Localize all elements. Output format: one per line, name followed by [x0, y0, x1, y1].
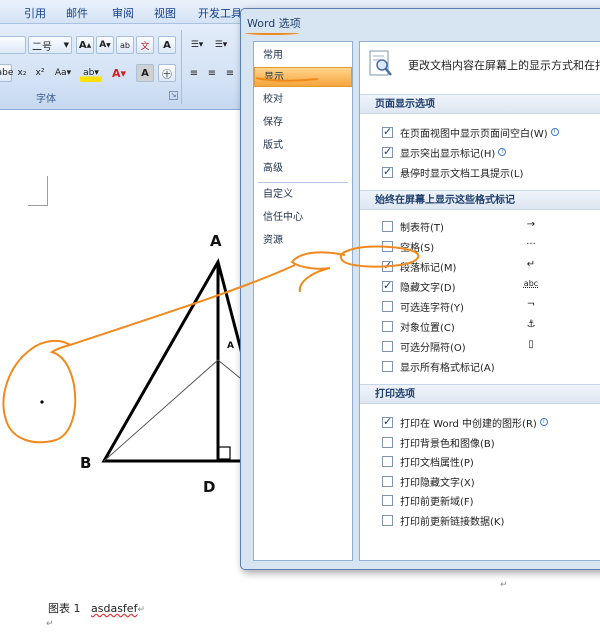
hidden-text-icon: abc	[523, 279, 539, 288]
option-label: 可选连字符(Y)	[400, 302, 464, 314]
nav-item-layout[interactable]: 版式	[254, 136, 352, 156]
nav-item-proofing[interactable]: 校对	[254, 90, 352, 110]
nav-item-popular[interactable]: 常用	[254, 46, 352, 66]
vertex-label-b: B	[80, 454, 92, 472]
option-label: 打印文档属性(P)	[400, 457, 474, 469]
stray-dot	[40, 400, 44, 404]
options-content: 更改文档内容在屏幕上的显示方式和在打印 页面显示选项 在页面视图中显示页面间空白…	[359, 41, 600, 561]
checkbox[interactable]	[382, 514, 393, 526]
word-options-dialog: Word 选项 常用 显示 校对 保存 版式 高级 自定义 信任中心 资源 更改…	[240, 8, 600, 570]
option-print-drawings[interactable]: 打印在 Word 中创建的图形(R)i	[382, 414, 548, 430]
nav-item-resources[interactable]: 资源	[254, 231, 352, 251]
option-spaces[interactable]: 空格(S) ···	[382, 238, 600, 254]
info-icon: i	[550, 128, 559, 136]
paragraph-mark-icon: ↵	[137, 605, 145, 615]
option-label: 打印隐藏文字(X)	[400, 477, 475, 489]
nav-item-display[interactable]: 显示	[254, 67, 352, 87]
checkbox[interactable]	[382, 145, 393, 158]
checkbox[interactable]	[382, 165, 393, 178]
option-label: 打印前更新域(F)	[400, 496, 474, 508]
break-icon: ▯	[528, 339, 534, 350]
info-icon: i	[539, 418, 548, 426]
display-magnifier-icon	[369, 50, 392, 76]
checkbox[interactable]	[382, 320, 393, 332]
line-inner-right	[217, 359, 241, 379]
checkbox[interactable]	[382, 340, 393, 352]
section-format-marks: 始终在屏幕上显示这些格式标记	[360, 190, 600, 210]
figure-caption[interactable]: 图表 1 asdasfef↵	[48, 600, 145, 616]
anchor-icon: ⚓	[526, 319, 536, 330]
nav-separator	[258, 182, 348, 183]
option-show-whitespace[interactable]: 在页面视图中显示页面间空白(W)i	[382, 124, 559, 140]
checkbox[interactable]	[382, 279, 393, 292]
nav-item-save[interactable]: 保存	[254, 113, 352, 133]
options-nav: 常用 显示 校对 保存 版式 高级 自定义 信任中心 资源	[253, 41, 353, 561]
option-label: 隐藏文字(D)	[400, 282, 456, 294]
checkbox[interactable]	[382, 436, 393, 448]
option-print-hidden-text[interactable]: 打印隐藏文字(X)	[382, 473, 475, 489]
option-label: 制表符(T)	[400, 222, 444, 234]
display-header-text: 更改文档内容在屏幕上的显示方式和在打印	[408, 59, 600, 72]
hyphen-icon: ¬	[526, 299, 536, 310]
info-icon: i	[498, 148, 507, 156]
option-show-all-marks[interactable]: 显示所有格式标记(A)	[382, 358, 495, 374]
option-label: 打印前更新链接数据(K)	[400, 516, 505, 528]
vertex-label-a: A	[210, 232, 222, 250]
paragraph-mark-icon: ↵	[526, 259, 536, 270]
option-print-background[interactable]: 打印背景色和图像(B)	[382, 434, 495, 450]
line-b-inner	[103, 359, 219, 462]
title-annotation-underline	[245, 31, 299, 35]
right-angle-mark	[217, 446, 231, 460]
inner-label-a: A	[227, 341, 234, 351]
checkbox[interactable]	[382, 415, 393, 428]
option-paragraph-marks[interactable]: 段落标记(M) ↵	[382, 258, 600, 274]
checkbox[interactable]	[382, 494, 393, 506]
option-optional-breaks[interactable]: 可选分隔符(O) ▯	[382, 338, 600, 354]
paragraph-mark-icon: ↵	[500, 580, 508, 590]
checkbox[interactable]	[382, 125, 393, 138]
option-show-tooltips[interactable]: 悬停时显示文档工具提示(L)	[382, 164, 523, 180]
option-show-highlighter[interactable]: 显示突出显示标记(H)i	[382, 144, 507, 160]
option-print-properties[interactable]: 打印文档属性(P)	[382, 453, 474, 469]
checkbox[interactable]	[382, 360, 393, 372]
option-label: 可选分隔符(O)	[400, 342, 466, 354]
option-update-fields[interactable]: 打印前更新域(F)	[382, 492, 474, 508]
option-label: 空格(S)	[400, 242, 435, 254]
option-update-links[interactable]: 打印前更新链接数据(K)	[382, 512, 504, 528]
checkbox[interactable]	[382, 300, 393, 312]
caption-text: asdasfef	[91, 602, 138, 615]
paragraph-mark-icon: ↵	[46, 619, 54, 629]
option-label: 打印在 Word 中创建的图形(R)	[400, 418, 537, 430]
dialog-title: Word 选项	[247, 17, 301, 30]
checkbox[interactable]	[382, 259, 393, 272]
nav-item-advanced[interactable]: 高级	[254, 159, 352, 179]
option-label: 段落标记(M)	[400, 262, 457, 274]
nav-item-trust-center[interactable]: 信任中心	[254, 208, 352, 228]
option-label: 在页面视图中显示页面间空白(W)	[400, 128, 548, 140]
tab-arrow-icon: →	[526, 219, 536, 230]
section-print-options: 打印选项	[360, 384, 600, 404]
checkbox[interactable]	[382, 240, 393, 252]
option-label: 显示所有格式标记(A)	[400, 362, 495, 374]
option-label: 悬停时显示文档工具提示(L)	[400, 168, 524, 180]
checkbox[interactable]	[382, 455, 393, 467]
option-tab-characters[interactable]: 制表符(T) →	[382, 218, 600, 234]
option-label: 对象位置(C)	[400, 322, 455, 334]
option-label: 打印背景色和图像(B)	[400, 438, 495, 450]
vertex-label-d: D	[203, 478, 216, 496]
option-label: 显示突出显示标记(H)	[400, 148, 496, 160]
nav-item-customize[interactable]: 自定义	[254, 185, 352, 205]
space-dots-icon: ···	[526, 239, 536, 250]
option-hidden-text[interactable]: 隐藏文字(D) abc	[382, 278, 600, 294]
checkbox[interactable]	[382, 475, 393, 487]
option-optional-hyphens[interactable]: 可选连字符(Y) ¬	[382, 298, 600, 314]
section-page-display: 页面显示选项	[360, 94, 600, 114]
checkbox[interactable]	[382, 220, 393, 232]
option-object-anchors[interactable]: 对象位置(C) ⚓	[382, 318, 600, 334]
caption-prefix: 图表 1	[48, 602, 81, 615]
